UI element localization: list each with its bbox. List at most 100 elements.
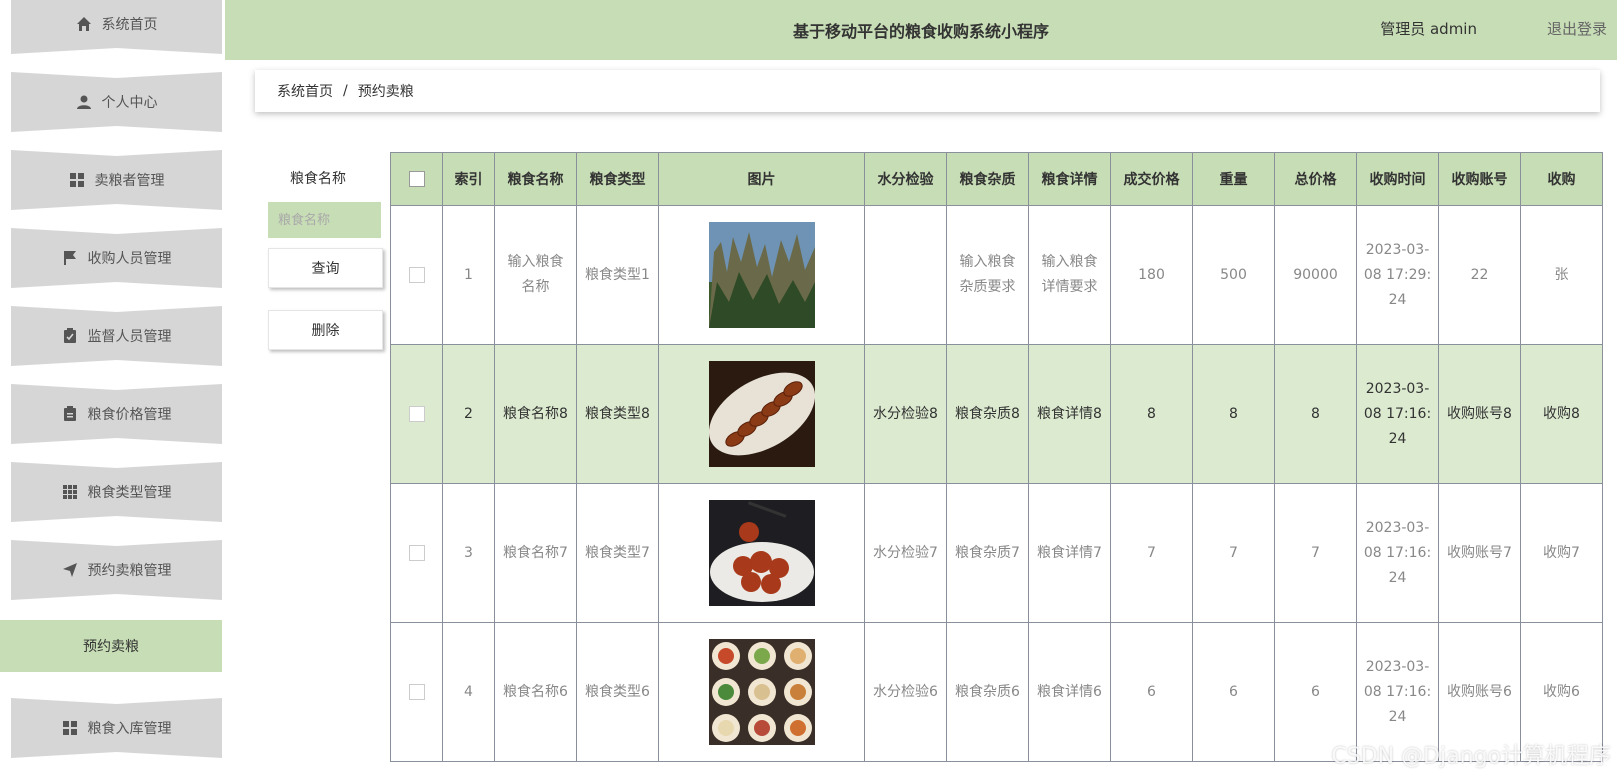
- send-icon: [62, 562, 78, 578]
- flag-icon: [62, 250, 78, 266]
- detail-cell: 粮食详情8: [1028, 344, 1111, 484]
- grid-icon: [69, 172, 85, 188]
- row-checkbox[interactable]: [408, 544, 425, 561]
- row-select-cell: [390, 483, 443, 623]
- delete-button[interactable]: 删除: [268, 310, 383, 350]
- weight-cell: 6: [1192, 622, 1275, 762]
- type-cell: 粮食类型6: [576, 622, 659, 762]
- sidebar-item-home[interactable]: 系统首页: [11, 0, 222, 54]
- breadcrumb-current: 预约卖粮: [357, 84, 414, 100]
- row-checkbox[interactable]: [408, 266, 425, 283]
- sidebar-item-label: 粮食入库管理: [87, 721, 172, 737]
- sidebar-item-warehousing[interactable]: 粮食入库管理: [11, 698, 222, 758]
- sidebar-item-buyers[interactable]: 收购人员管理: [11, 228, 222, 288]
- breadcrumb-separator: /: [343, 83, 348, 99]
- sidebar-item-label: 个人中心: [101, 95, 158, 111]
- sweet-sour-pork-photo: [708, 500, 815, 606]
- braised-pork-photo: [708, 361, 815, 467]
- home-icon: [76, 16, 92, 32]
- breadcrumb-home[interactable]: 系统首页: [277, 81, 333, 101]
- time-cell: 2023-03-08 17:16:24: [1356, 344, 1439, 484]
- sidebar-item-label: 系统首页: [101, 17, 158, 33]
- column-header: 收购: [1520, 152, 1603, 206]
- weight-cell: 500: [1192, 205, 1275, 345]
- impurity-cell: 粮食杂质6: [946, 622, 1029, 762]
- type-cell: 粮食类型7: [576, 483, 659, 623]
- moisture-cell: 水分检验7: [864, 483, 947, 623]
- buyer-cell: 张: [1520, 205, 1603, 345]
- price-cell: 7: [1110, 483, 1193, 623]
- sidebar-item-label: 监督人员管理: [87, 329, 172, 345]
- index-cell: 1: [442, 205, 495, 345]
- image-cell: [658, 622, 865, 762]
- total-cell: 8: [1274, 344, 1357, 484]
- sidebar-item-types[interactable]: 粮食类型管理: [11, 462, 222, 522]
- moisture-cell: 水分检验6: [864, 622, 947, 762]
- table-row[interactable]: 1 输入粮食名称 粮食类型1 输入粮食杂质要求 输入粮食详情要求 180 500…: [390, 205, 1603, 345]
- impurity-cell: 粮食杂质8: [946, 344, 1029, 484]
- logout-link[interactable]: 退出登录: [1547, 18, 1607, 39]
- column-header: 总价格: [1274, 152, 1357, 206]
- table-row[interactable]: 3 粮食名称7 粮食类型7 水分检验7 粮食杂质7 粮食详情7 7 7 7 20…: [390, 483, 1603, 623]
- sidebar-item-prices[interactable]: 粮食价格管理: [11, 384, 222, 444]
- name-cell: 粮食名称6: [494, 622, 577, 762]
- table-row[interactable]: 2 粮食名称8 粮食类型8 水分检验8 粮食杂质8 粮食详情8 8 8 8 20…: [390, 344, 1603, 484]
- moisture-cell: 水分检验8: [864, 344, 947, 484]
- column-header: 收购账号: [1438, 152, 1521, 206]
- total-cell: 7: [1274, 483, 1357, 623]
- image-cell: [658, 205, 865, 345]
- account-cell: 22: [1438, 205, 1521, 345]
- sidebar-item-profile[interactable]: 个人中心: [11, 72, 222, 132]
- name-cell: 粮食名称8: [494, 344, 577, 484]
- sidebar-item-label: 预约卖粮管理: [87, 563, 172, 579]
- name-cell: 输入粮食名称: [494, 205, 577, 345]
- search-input[interactable]: [268, 202, 381, 238]
- moisture-cell: [864, 205, 947, 345]
- detail-cell: 粮食详情6: [1028, 622, 1111, 762]
- apps-icon: [62, 484, 78, 500]
- sidebar-item-reservation[interactable]: 预约卖粮: [0, 620, 222, 672]
- select-all-checkbox[interactable]: [408, 171, 425, 187]
- image-cell: [658, 483, 865, 623]
- column-header: 重量: [1192, 152, 1275, 206]
- row-checkbox[interactable]: [408, 683, 425, 700]
- price-cell: 180: [1110, 205, 1193, 345]
- data-table-container: 索引 粮食名称 粮食类型 图片 水分检验 粮食杂质 粮食详情 成交价格 重量 总…: [390, 152, 1617, 776]
- detail-cell: 粮食详情7: [1028, 483, 1111, 623]
- table-header-row: 索引 粮食名称 粮食类型 图片 水分检验 粮食杂质 粮食详情 成交价格 重量 总…: [390, 152, 1603, 206]
- column-header: 收购时间: [1356, 152, 1439, 206]
- sidebar-item-label: 收购人员管理: [87, 251, 172, 267]
- breadcrumb: 系统首页 / 预约卖粮: [255, 70, 1600, 112]
- data-table: 索引 粮食名称 粮食类型 图片 水分检验 粮食杂质 粮食详情 成交价格 重量 总…: [390, 152, 1603, 762]
- account-cell: 收购账号8: [1438, 344, 1521, 484]
- dishes-grid-photo: [708, 639, 815, 745]
- sidebar-item-sellers[interactable]: 卖粮者管理: [11, 150, 222, 210]
- column-header: 粮食名称: [494, 152, 577, 206]
- image-cell: [658, 344, 865, 484]
- clipboard-icon: [62, 406, 78, 422]
- column-header: 粮食详情: [1028, 152, 1111, 206]
- query-button[interactable]: 查询: [268, 248, 383, 288]
- grid-icon: [62, 720, 78, 736]
- column-header: 图片: [658, 152, 865, 206]
- buyer-cell: 收购8: [1520, 344, 1603, 484]
- impurity-cell: 粮食杂质7: [946, 483, 1029, 623]
- column-header: 成交价格: [1110, 152, 1193, 206]
- sidebar-item-supervisors[interactable]: 监督人员管理: [11, 306, 222, 366]
- weight-cell: 8: [1192, 344, 1275, 484]
- weight-cell: 7: [1192, 483, 1275, 623]
- sidebar-item-label: 粮食类型管理: [87, 485, 172, 501]
- total-cell: 90000: [1274, 205, 1357, 345]
- row-checkbox[interactable]: [408, 405, 425, 422]
- clipboard-check-icon: [62, 328, 78, 344]
- sidebar-item-label: 粮食价格管理: [87, 407, 172, 423]
- row-select-cell: [390, 622, 443, 762]
- type-cell: 粮食类型1: [576, 205, 659, 345]
- time-cell: 2023-03-08 17:29:24: [1356, 205, 1439, 345]
- sidebar-item-reservation-manage[interactable]: 预约卖粮管理: [11, 540, 222, 600]
- column-header: 索引: [442, 152, 495, 206]
- detail-cell: 输入粮食详情要求: [1028, 205, 1111, 345]
- search-label: 粮食名称: [290, 171, 346, 187]
- current-user: 管理员 admin: [1380, 20, 1477, 38]
- user-icon: [76, 94, 92, 110]
